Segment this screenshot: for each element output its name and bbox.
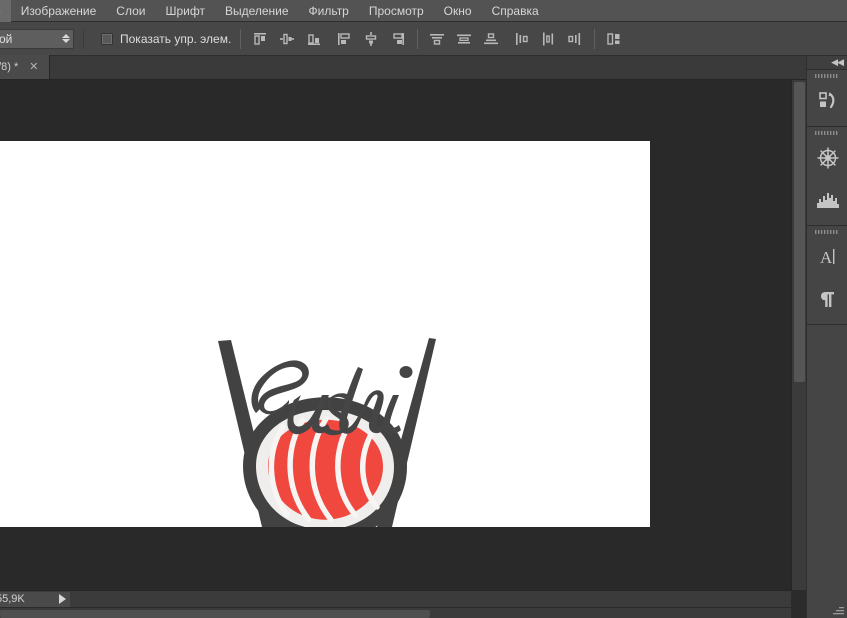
panel-paragraph[interactable] [807, 278, 847, 320]
auto-align-layers-icon [607, 32, 620, 45]
document-tab-title: 3/8) * [0, 61, 19, 73]
distribute-left-edges[interactable] [511, 29, 531, 49]
distribute-top-edges-icon [430, 33, 445, 45]
align-bottom-edges[interactable] [388, 29, 408, 49]
document-canvas[interactable] [0, 141, 650, 527]
align-horizontal-group [250, 29, 324, 49]
dock-group-type: A [807, 226, 847, 325]
align-horizontal-centers[interactable] [277, 29, 297, 49]
mode-select[interactable]: ой [0, 28, 74, 49]
document-tab-bar: 3/8) * ✕ [0, 55, 847, 80]
grip-dots-icon [815, 74, 838, 78]
distribute-right-edges[interactable] [565, 29, 585, 49]
distribute-top-edges[interactable] [427, 29, 447, 49]
menu-type[interactable]: Шрифт [155, 0, 214, 22]
grip-dots-icon [815, 230, 838, 234]
document-tab[interactable]: 3/8) * ✕ [0, 55, 50, 79]
paragraph-pilcrow-icon [820, 292, 834, 307]
menu-layers[interactable]: Слои [106, 0, 155, 22]
align-top-edges[interactable] [334, 29, 354, 49]
align-vertical-centers-icon [366, 31, 377, 46]
canvas-vertical-scrollbar[interactable] [791, 80, 806, 590]
align-left-edges-icon [254, 32, 267, 45]
vertical-scrollbar-thumb[interactable] [794, 82, 805, 382]
stepper-arrows-icon[interactable] [61, 32, 70, 46]
histogram-icon [816, 193, 839, 208]
adjustments-wheel-icon [817, 147, 838, 169]
menu-view[interactable]: Просмотр [359, 0, 434, 22]
panel-grip[interactable] [807, 70, 847, 80]
panel-grip[interactable] [807, 226, 847, 236]
dock-group-adjustments [807, 127, 847, 226]
auto-align-group [604, 29, 624, 49]
panel-character[interactable]: A [807, 236, 847, 278]
panel-history[interactable] [807, 80, 847, 122]
panel-adjustments[interactable] [807, 137, 847, 179]
chevron-double-left-icon: ◀◀ [831, 57, 844, 67]
grip-dots-icon [815, 131, 838, 135]
align-left-edges[interactable] [250, 29, 270, 49]
show-transform-controls-label: Показать упр. элем. [120, 31, 232, 46]
distribute-vertical-centers[interactable] [454, 29, 474, 49]
checkbox-box-icon[interactable] [101, 32, 113, 45]
right-panel-dock: ◀◀ A [806, 56, 847, 618]
panel-grip[interactable] [807, 127, 847, 137]
divider [240, 28, 242, 49]
play-arrow-icon[interactable] [54, 591, 70, 607]
divider [83, 28, 84, 49]
divider [417, 28, 419, 49]
divider [594, 28, 596, 49]
resize-grip-icon [833, 607, 844, 615]
dock-group-history [807, 70, 847, 127]
character-a-icon: A [820, 248, 834, 267]
distribute-bottom-edges[interactable] [481, 29, 501, 49]
distribute-horizontal-centers[interactable] [538, 29, 558, 49]
menu-help[interactable]: Справка [482, 0, 549, 22]
status-bar: 55,9K [0, 590, 791, 607]
menu-image[interactable]: Изображение [11, 0, 107, 22]
sushi-roll [243, 397, 407, 527]
menu-select[interactable]: Выделение [215, 0, 299, 22]
options-bar: ой Показать упр. элем. [0, 22, 847, 56]
mode-select-value: ой [0, 31, 13, 46]
window-resize-grip[interactable] [832, 603, 845, 616]
menu-window[interactable]: Окно [434, 0, 482, 22]
document-size-status: 55,9K [0, 591, 54, 607]
align-right-edges-icon [308, 33, 321, 45]
canvas-work-area[interactable] [0, 80, 806, 590]
show-transform-controls-checkbox[interactable]: Показать упр. элем. [101, 32, 231, 46]
align-vertical-centers[interactable] [361, 29, 381, 49]
canvas-horizontal-scrollbar[interactable] [0, 607, 791, 618]
align-top-edges-icon [338, 32, 351, 45]
align-right-edges[interactable] [304, 29, 324, 49]
distribute-right-edges-icon [568, 32, 581, 45]
align-vertical-group [334, 29, 408, 49]
distribute-vertical-centers-icon [457, 34, 472, 44]
sushi-logo-artwork [218, 338, 436, 527]
align-horizontal-centers-icon [280, 33, 295, 44]
align-bottom-edges-icon [393, 32, 405, 45]
svg-text:A: A [820, 248, 833, 267]
distribute-horizontal-centers-icon [543, 32, 554, 45]
distribute-vertical-group [427, 29, 501, 49]
menu-filter[interactable]: Фильтр [299, 0, 359, 22]
history-icon [818, 92, 834, 109]
menu-file-clipped[interactable]: е [0, 0, 11, 22]
auto-align-layers[interactable] [604, 29, 624, 49]
distribute-horizontal-group [511, 29, 585, 49]
horizontal-scrollbar-thumb[interactable] [0, 610, 430, 618]
panel-histogram[interactable] [807, 179, 847, 221]
distribute-bottom-edges-icon [484, 32, 499, 44]
close-icon[interactable]: ✕ [27, 61, 40, 74]
distribute-left-edges-icon [516, 32, 529, 45]
menu-bar: е Изображение Слои Шрифт Выделение Фильт… [0, 0, 847, 22]
collapse-panels-button[interactable]: ◀◀ [807, 56, 847, 70]
